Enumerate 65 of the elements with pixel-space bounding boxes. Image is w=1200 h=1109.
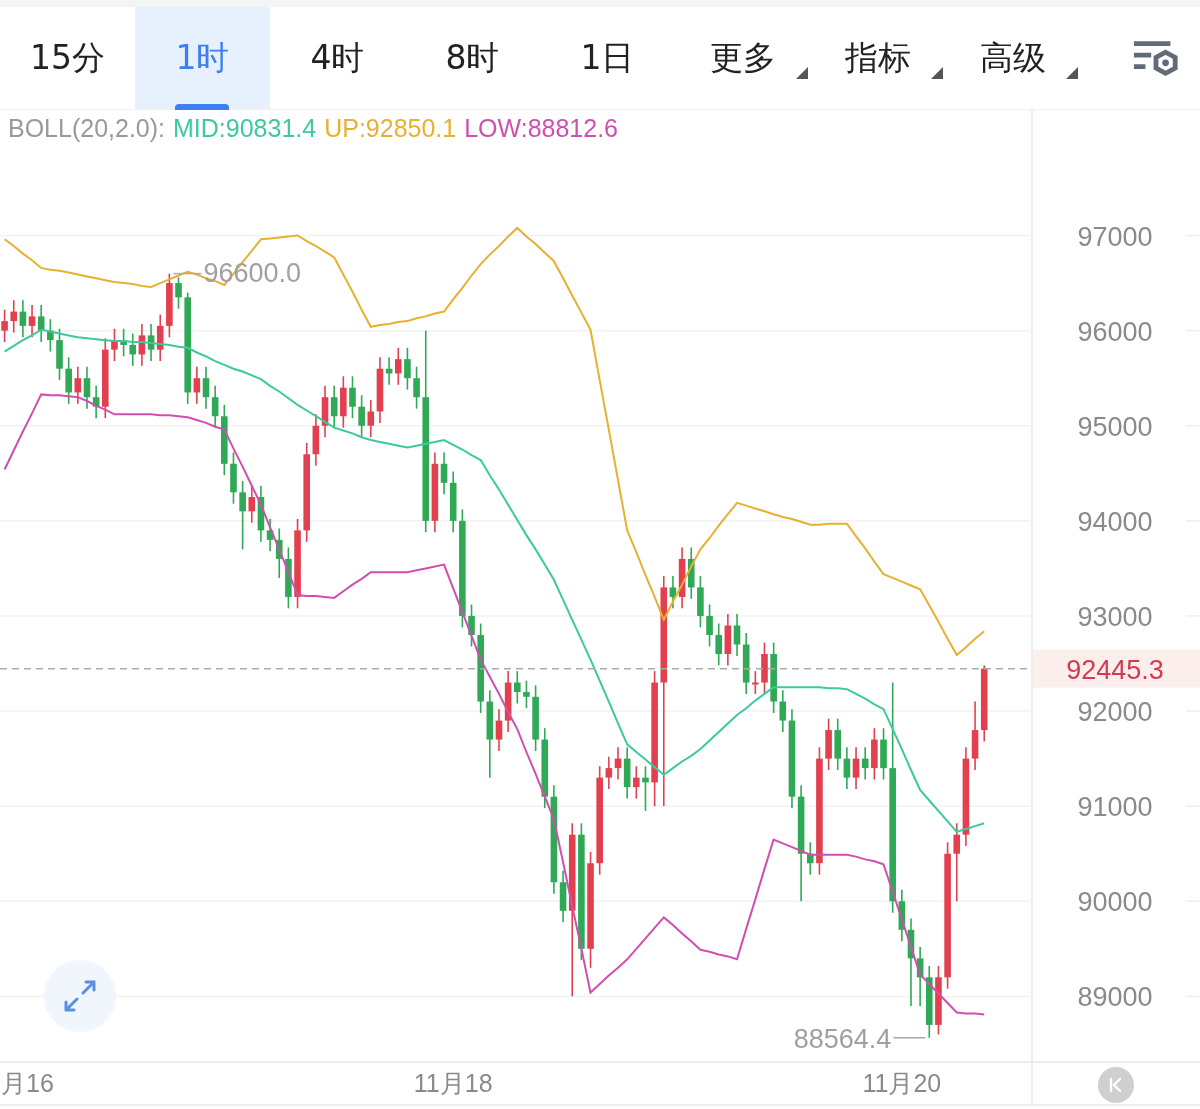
candle <box>349 375 356 419</box>
period-tab[interactable]: 更多 <box>675 7 810 109</box>
price-axis-label: 92000 <box>1077 697 1153 728</box>
price-axis-label: 91000 <box>1077 792 1153 823</box>
candle <box>880 727 887 781</box>
indicator-value: MID:90831.4 <box>173 113 317 144</box>
period-tab[interactable]: 8时 <box>405 7 540 109</box>
candle <box>239 480 246 551</box>
candle <box>358 394 365 438</box>
candle <box>166 272 173 339</box>
candle <box>935 965 942 1036</box>
candle <box>532 684 539 752</box>
period-tab[interactable]: 1日 <box>540 7 675 109</box>
candle <box>706 603 713 648</box>
candle <box>404 346 411 391</box>
price-axis-label: 93000 <box>1077 601 1153 632</box>
candle <box>221 404 228 476</box>
candle <box>175 276 182 310</box>
period-tab[interactable]: 4时 <box>270 7 405 109</box>
candle <box>642 765 649 812</box>
candle <box>871 727 878 781</box>
candle <box>1 308 8 343</box>
candle <box>285 546 292 610</box>
price-axis-label: 95000 <box>1077 411 1153 442</box>
candle <box>825 717 832 771</box>
candle <box>523 679 530 709</box>
candle <box>468 603 475 648</box>
price-axis-label: 96000 <box>1077 316 1153 347</box>
leader-line <box>892 1037 927 1039</box>
candle <box>715 622 722 667</box>
dropdown-corner-icon <box>1066 67 1078 79</box>
candle <box>752 670 759 695</box>
dropdown-corner-icon <box>796 67 808 79</box>
price-axis-label: 97000 <box>1077 221 1153 252</box>
settings-icon <box>1132 38 1180 78</box>
price-axis-label: 90000 <box>1077 887 1153 918</box>
price-axis-label: 89000 <box>1077 982 1153 1013</box>
candle <box>65 356 72 405</box>
extreme-price-label: 88564.4 <box>793 1023 892 1054</box>
candle <box>633 765 640 800</box>
candle <box>230 451 237 505</box>
candle <box>340 375 347 429</box>
indicator-label: BOLL(20,2.0): <box>8 113 166 144</box>
price-axis-label: 94000 <box>1077 506 1153 537</box>
indicator-value: LOW:88812.6 <box>464 113 619 144</box>
candle <box>111 327 118 362</box>
candle <box>413 365 420 410</box>
dropdown-corner-icon <box>931 67 943 79</box>
period-tab[interactable]: 指标 <box>810 7 945 109</box>
date-axis-label: 11月20 <box>862 1069 942 1097</box>
candle <box>120 327 127 358</box>
scroll-to-start-button[interactable] <box>1098 1067 1134 1103</box>
candle <box>514 670 521 705</box>
period-tab[interactable]: 15分 <box>0 7 135 109</box>
date-axis-label: 月16 <box>1 1069 54 1097</box>
candle <box>47 318 54 353</box>
leader-line <box>172 272 203 275</box>
candle <box>761 641 768 695</box>
candle <box>697 575 704 629</box>
indicator-value: UP:92850.1 <box>324 113 457 144</box>
candle <box>56 327 63 381</box>
period-tab[interactable]: 高级 <box>945 7 1080 109</box>
date-axis-label: 11月18 <box>413 1069 493 1097</box>
bar-chevron-icon <box>1108 1077 1124 1093</box>
last-price-label: 92445.3 <box>1066 654 1164 685</box>
